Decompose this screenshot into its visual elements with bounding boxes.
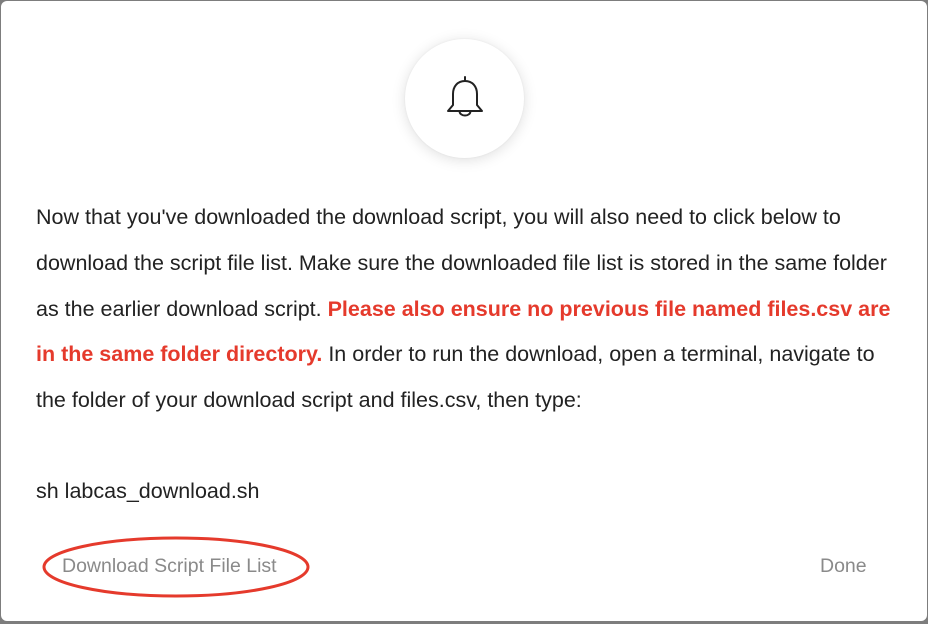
command-text: sh labcas_download.sh [36,479,260,503]
download-file-list-button[interactable]: Download Script File List [62,555,277,578]
bell-badge [405,39,524,158]
done-button[interactable]: Done [820,555,867,578]
bell-icon [446,75,483,116]
dialog-message: Now that you've downloaded the download … [36,195,906,424]
download-dialog: Now that you've downloaded the download … [1,1,927,621]
